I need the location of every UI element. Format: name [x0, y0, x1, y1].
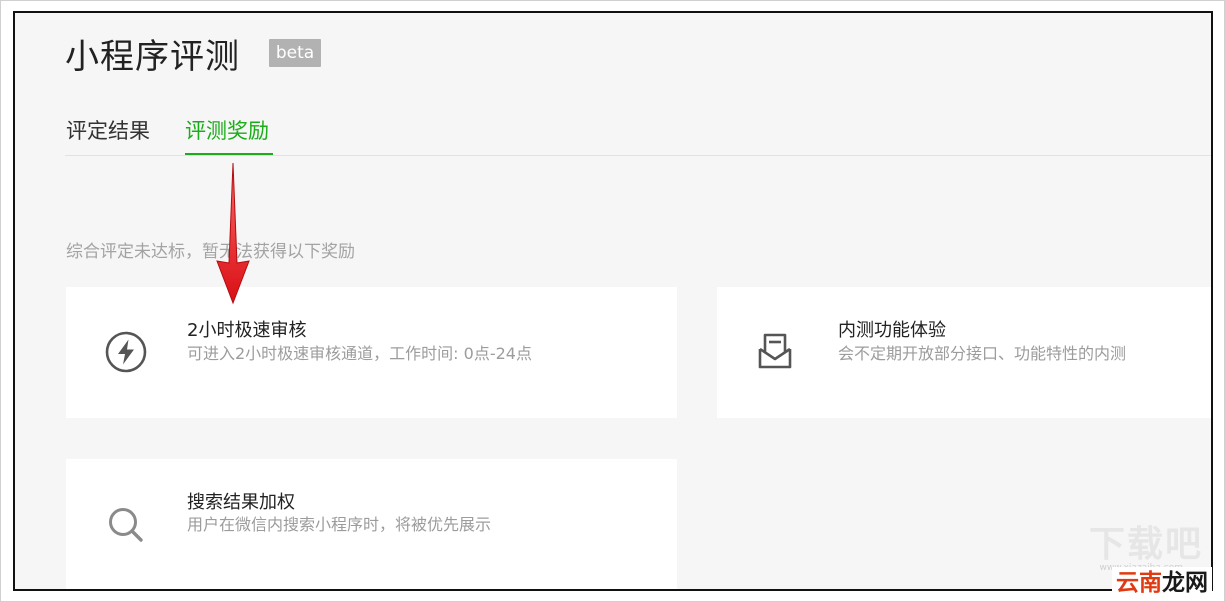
screenshot-frame: 小程序评测 beta 评定结果 评测奖励 综合评定未达标，暂无法获得以下奖励 2…	[0, 0, 1225, 602]
reward-card-fast-review: 2小时极速审核 可进入2小时极速审核通道，工作时间: 0点-24点	[66, 287, 677, 418]
card-title: 搜索结果加权	[187, 492, 295, 513]
card-description: 可进入2小时极速审核通道，工作时间: 0点-24点	[187, 344, 532, 363]
lightning-icon	[105, 331, 147, 373]
site-watermark: 云南龙网	[1112, 567, 1212, 599]
card-title: 内测功能体验	[838, 320, 946, 341]
tab-evaluation-result[interactable]: 评定结果	[66, 115, 150, 145]
card-title: 2小时极速审核	[187, 320, 307, 341]
tab-evaluation-reward[interactable]: 评测奖励	[185, 115, 269, 145]
red-arrow-annotation	[216, 162, 250, 305]
card-description: 会不定期开放部分接口、功能特性的内测	[838, 344, 1127, 363]
search-icon	[109, 508, 143, 542]
envelope-icon	[758, 333, 792, 369]
mini-program-evaluation-page: 小程序评测 beta 评定结果 评测奖励 综合评定未达标，暂无法获得以下奖励 2…	[13, 11, 1213, 591]
watermark-ghost-text: 下载吧	[1088, 524, 1203, 565]
watermark-part-b: 龙网	[1162, 570, 1208, 596]
beta-badge: beta	[269, 39, 321, 67]
watermark-part-a: 云南	[1116, 570, 1162, 596]
reward-card-beta-features: 内测功能体验 会不定期开放部分接口、功能特性的内测	[717, 287, 1211, 418]
tabs-divider	[65, 155, 1211, 156]
reward-card-search-boost: 搜索结果加权 用户在微信内搜索小程序时，将被优先展示	[66, 459, 677, 589]
card-description: 用户在微信内搜索小程序时，将被优先展示	[187, 515, 492, 534]
page-title: 小程序评测	[65, 37, 240, 77]
